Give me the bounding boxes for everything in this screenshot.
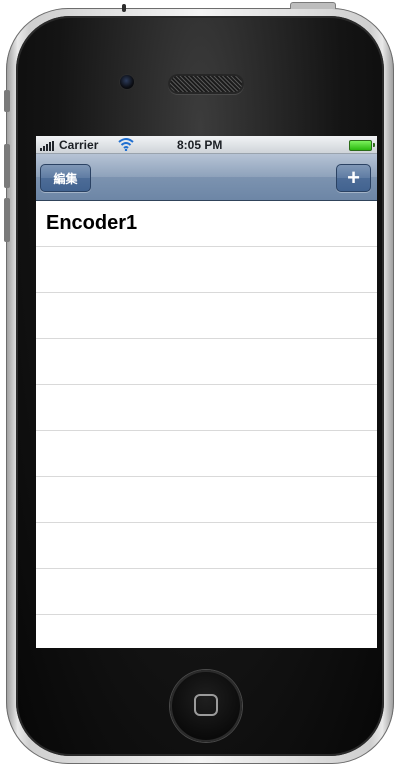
status-bar: Carrier 8:05 PM	[36, 136, 377, 154]
list-item[interactable]	[36, 477, 377, 523]
mute-switch[interactable]	[4, 90, 10, 112]
speaker-grille-icon	[170, 76, 242, 92]
volume-down-button[interactable]	[4, 198, 10, 242]
list-item[interactable]	[36, 247, 377, 293]
battery-icon	[349, 140, 375, 151]
encoder-list: Encoder1	[36, 201, 377, 648]
list-item[interactable]	[36, 385, 377, 431]
list-item-label: Encoder1	[46, 212, 138, 234]
add-button[interactable]: +	[336, 164, 371, 192]
home-square-glyph	[194, 694, 218, 716]
status-time: 8:05 PM	[177, 138, 223, 152]
list-item[interactable]	[36, 339, 377, 385]
list-item[interactable]	[36, 293, 377, 339]
navigation-bar: 編集 +	[36, 154, 377, 201]
volume-up-button[interactable]	[4, 144, 10, 188]
list-item[interactable]	[36, 615, 377, 648]
carrier-label: Carrier	[59, 138, 99, 152]
list-item[interactable]	[36, 569, 377, 615]
power-button[interactable]	[290, 2, 336, 9]
list-item[interactable]: Encoder1	[36, 201, 377, 247]
list-item[interactable]	[36, 523, 377, 569]
wifi-icon	[118, 138, 134, 151]
home-button-icon[interactable]	[170, 670, 242, 742]
sleep-button-indicator	[122, 4, 126, 12]
edit-button[interactable]: 編集	[40, 164, 91, 192]
camera-icon	[120, 75, 134, 89]
list-item[interactable]	[36, 431, 377, 477]
signal-bars-icon	[40, 141, 56, 151]
device-screen: Carrier 8:05 PM 編集 + Encoder1	[36, 136, 377, 648]
